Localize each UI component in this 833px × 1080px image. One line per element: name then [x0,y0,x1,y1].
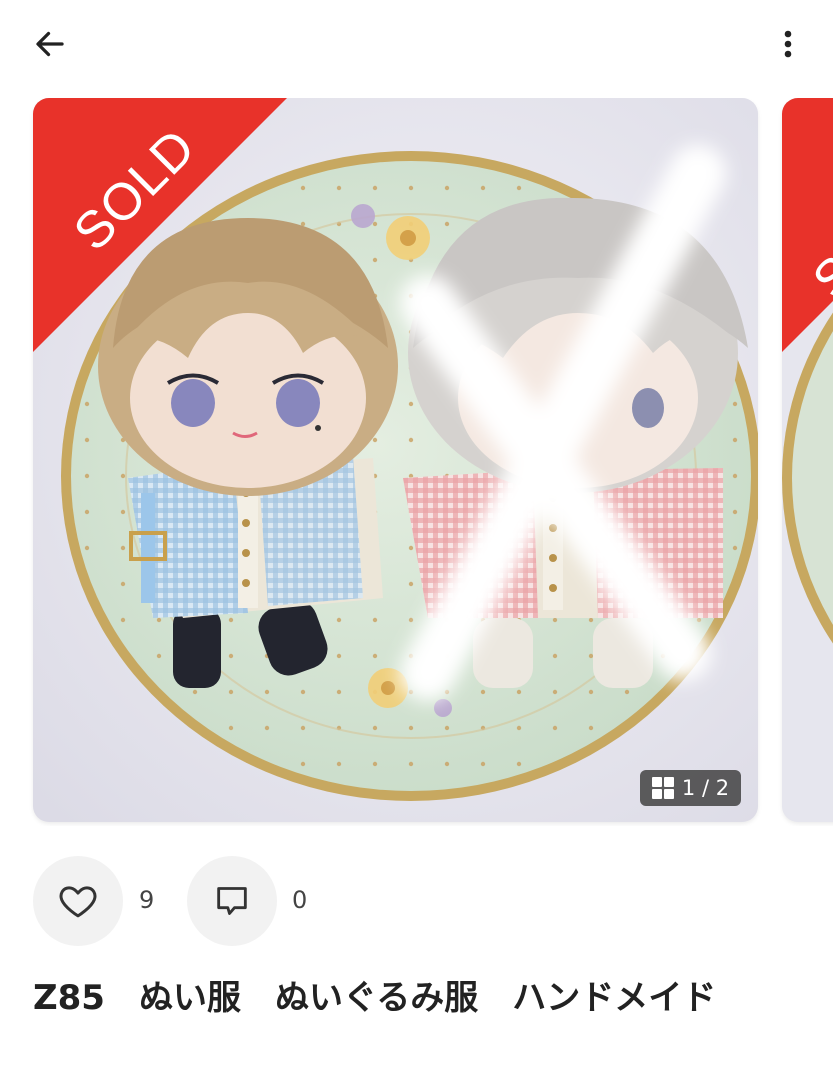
like-count: 9 [139,886,155,914]
image-carousel[interactable]: SOLD 1 / 2 SOLD [0,98,833,826]
image-counter-text: 1 / 2 [681,776,730,800]
heart-outline-icon [59,886,97,918]
product-image-slide[interactable]: SOLD 1 / 2 [33,98,758,822]
back-button[interactable] [26,20,74,68]
top-bar [0,0,833,90]
action-row: 9 0 [0,856,833,948]
more-options-button[interactable] [766,20,810,68]
product-photo [782,98,833,822]
item-title: Z85 ぬい服 ぬいぐるみ服 ハンドメイド [33,978,717,1018]
grid-icon [651,777,674,799]
more-vertical-icon [784,30,792,58]
like-button[interactable] [33,856,123,946]
product-image-slide-next[interactable]: SOLD [782,98,833,822]
arrow-left-icon [36,31,64,57]
speech-bubble-icon [217,887,247,915]
comment-count: 0 [292,886,308,914]
comment-button[interactable] [187,856,277,946]
image-counter[interactable]: 1 / 2 [640,770,741,806]
